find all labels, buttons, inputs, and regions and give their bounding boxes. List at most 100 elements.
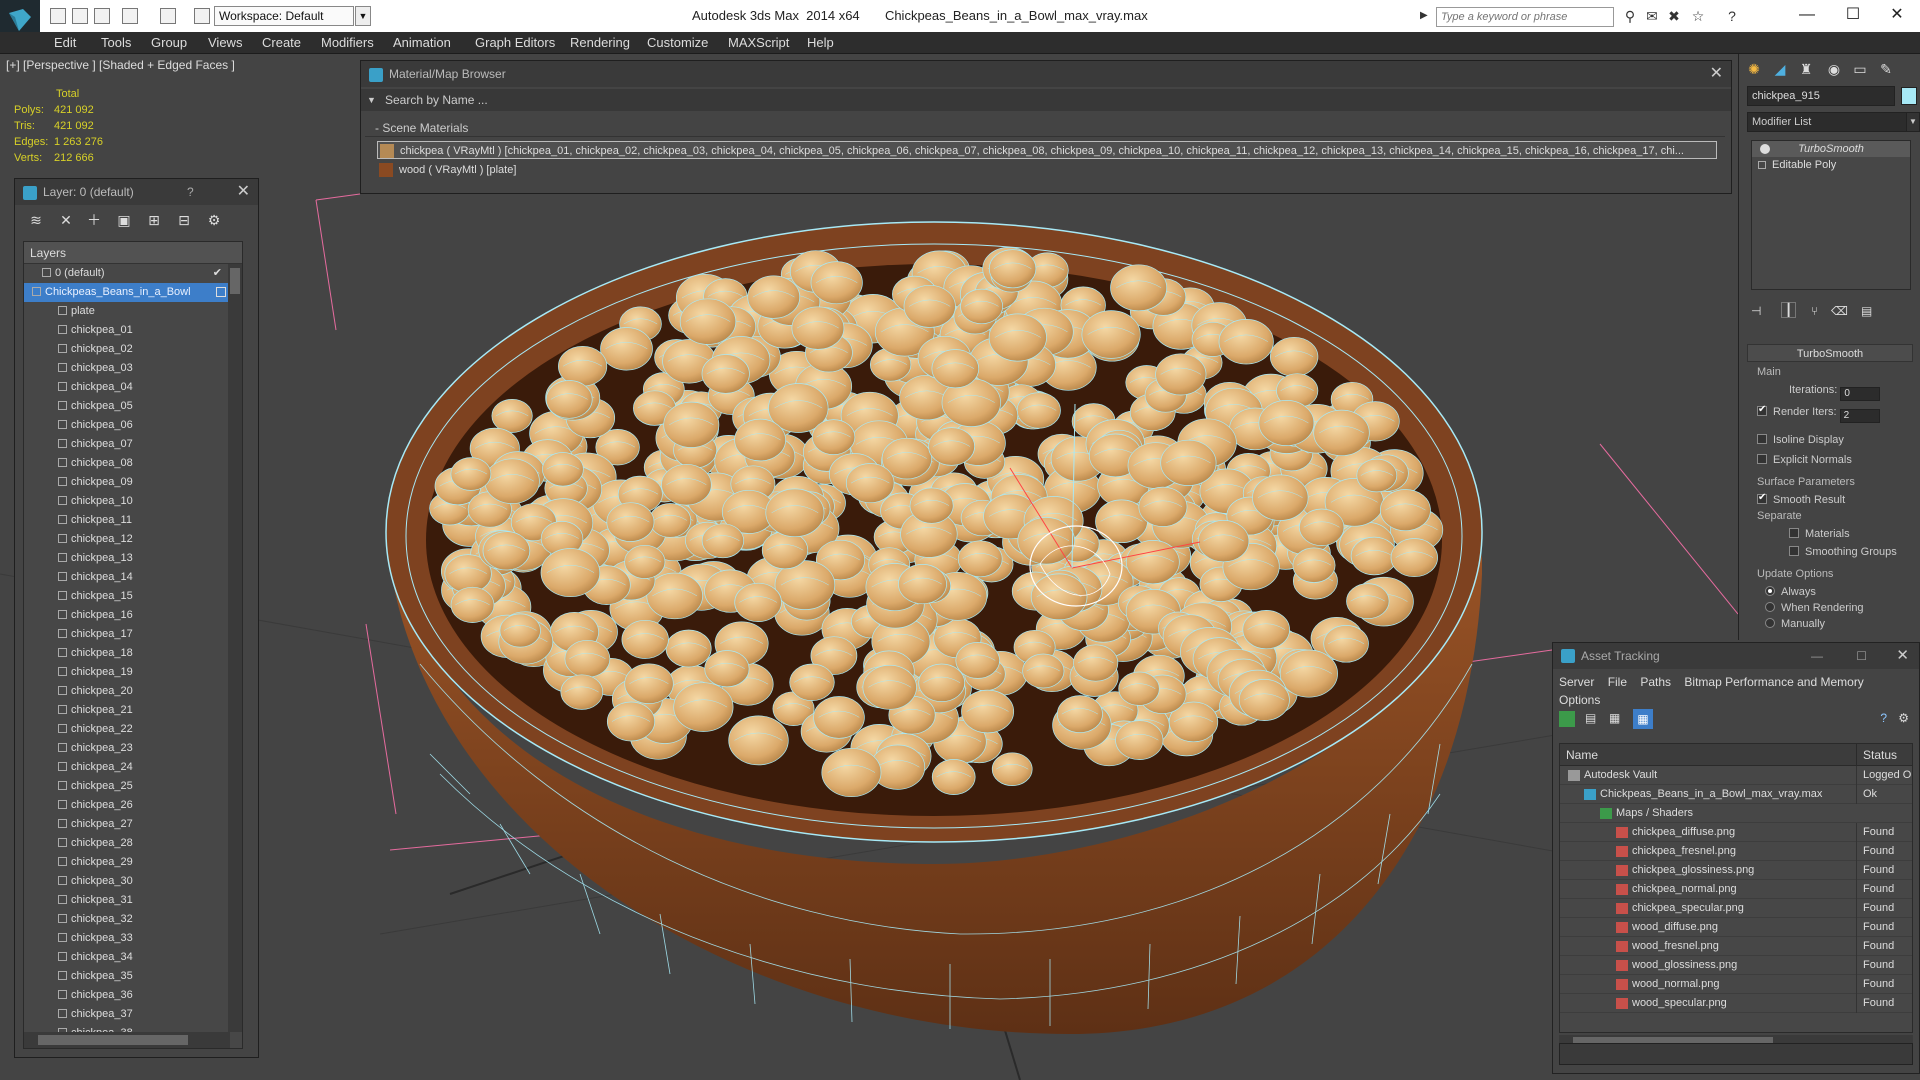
layer-row[interactable]: chickpea_20 [24, 682, 242, 701]
material-row-chickpea[interactable]: chickpea ( VRayMtl ) [chickpea_01, chick… [377, 141, 1717, 159]
new-file-icon[interactable] [50, 8, 66, 24]
search-keyword-input[interactable] [1436, 7, 1614, 27]
asset-row[interactable]: wood_normal.png Found [1560, 975, 1912, 994]
layer-row[interactable]: chickpea_23 [24, 739, 242, 758]
layer-row[interactable]: chickpea_14 [24, 568, 242, 587]
new-layer-icon[interactable]: ＋ [85, 211, 103, 229]
iterations-spinner[interactable]: 0 [1840, 387, 1881, 401]
material-browser-titlebar[interactable]: Material/Map Browser ✕ [361, 61, 1731, 87]
layer-row[interactable]: plate [24, 302, 242, 321]
layer-row[interactable]: chickpea_26 [24, 796, 242, 815]
help-icon[interactable]: ? [187, 179, 194, 205]
asset-menu-file[interactable]: File [1608, 675, 1627, 689]
asset-menu-bitmap-performance[interactable]: Bitmap Performance and Memory [1684, 675, 1863, 689]
project-folder-icon[interactable] [194, 8, 210, 24]
stack-item-editable-poly[interactable]: Editable Poly [1752, 157, 1910, 173]
asset-row[interactable]: wood_diffuse.png Found [1560, 918, 1912, 937]
menu-graph-editors[interactable]: Graph Editors [475, 32, 555, 54]
menu-rendering[interactable]: Rendering [570, 32, 630, 54]
asset-menu-paths[interactable]: Paths [1640, 675, 1671, 689]
menu-animation[interactable]: Animation [393, 32, 451, 54]
layer-row[interactable]: chickpea_05 [24, 397, 242, 416]
show-end-result-icon[interactable]: ┃ [1781, 302, 1797, 318]
asset-row[interactable]: Chickpeas_Beans_in_a_Bowl_max_vray.max Ok [1560, 785, 1912, 804]
display-tab-icon[interactable]: ▭ [1849, 58, 1871, 80]
layer-row[interactable]: chickpea_11 [24, 511, 242, 530]
smooth-result-row[interactable]: Smooth Result [1757, 492, 1845, 506]
chevron-down-icon[interactable]: ▼ [355, 6, 371, 26]
close-icon[interactable]: ✕ [1896, 643, 1909, 669]
isoline-display-row[interactable]: Isoline Display [1757, 434, 1844, 446]
asset-row[interactable]: chickpea_glossiness.png Found [1560, 861, 1912, 880]
update-manually-row[interactable]: Manually [1765, 618, 1825, 630]
when-rendering-radio[interactable] [1765, 602, 1775, 612]
asset-path-field[interactable] [1559, 1043, 1913, 1065]
chevron-down-icon[interactable]: ▼ [367, 89, 376, 111]
redo-icon[interactable] [160, 8, 176, 24]
minimize-button[interactable]: — [1784, 0, 1830, 32]
utilities-tab-icon[interactable]: ✎ [1875, 58, 1897, 80]
viewport-label[interactable]: [+] [Perspective ] [Shaded + Edged Faces… [6, 58, 235, 72]
object-name-field[interactable]: chickpea_915 [1747, 86, 1895, 106]
update-when-rendering-row[interactable]: When Rendering [1765, 602, 1864, 614]
menu-modifiers[interactable]: Modifiers [321, 32, 374, 54]
add-selection-icon[interactable]: ▣ [115, 211, 133, 229]
active-layer-check-icon[interactable]: ✔ [213, 264, 222, 283]
layer-row[interactable]: chickpea_35 [24, 967, 242, 986]
layer-row[interactable]: chickpea_19 [24, 663, 242, 682]
undo-icon[interactable] [122, 8, 138, 24]
material-search-input[interactable]: ▼ Search by Name ... [361, 89, 1731, 111]
layer-row[interactable]: chickpea_13 [24, 549, 242, 568]
layer-row[interactable]: 0 (default) ✔ [24, 264, 242, 283]
layer-row[interactable]: chickpea_36 [24, 986, 242, 1005]
layer-row[interactable]: chickpea_32 [24, 910, 242, 929]
close-icon[interactable]: ✕ [237, 179, 250, 205]
layer-panel-titlebar[interactable]: Layer: 0 (default) ? ✕ [15, 179, 258, 205]
set-current-layer-icon[interactable] [216, 287, 226, 297]
layer-row[interactable]: chickpea_04 [24, 378, 242, 397]
smoothing-groups-row[interactable]: Smoothing Groups [1789, 546, 1897, 558]
refresh-icon[interactable] [1559, 711, 1575, 727]
layer-row[interactable]: chickpea_29 [24, 853, 242, 872]
chevron-down-icon[interactable]: ▼ [1906, 112, 1920, 132]
open-file-icon[interactable] [72, 8, 88, 24]
perspective-viewport[interactable]: [+] [Perspective ] [Shaded + Edged Faces… [0, 54, 1738, 1080]
layer-row[interactable]: chickpea_25 [24, 777, 242, 796]
help-icon[interactable]: ? [1880, 711, 1887, 725]
asset-row[interactable]: chickpea_fresnel.png Found [1560, 842, 1912, 861]
menu-tools[interactable]: Tools [101, 32, 131, 54]
settings-icon[interactable]: ⚙ [1898, 711, 1909, 725]
menu-create[interactable]: Create [262, 32, 301, 54]
smooth-result-checkbox[interactable] [1757, 492, 1767, 504]
layer-row[interactable]: chickpea_10 [24, 492, 242, 511]
layer-row[interactable]: chickpea_22 [24, 720, 242, 739]
lightbulb-icon[interactable] [1760, 144, 1770, 154]
save-file-icon[interactable] [94, 8, 110, 24]
layer-row[interactable]: chickpea_07 [24, 435, 242, 454]
explicit-normals-row[interactable]: Explicit Normals [1757, 454, 1852, 466]
asset-row[interactable]: wood_fresnel.png Found [1560, 937, 1912, 956]
layer-row[interactable]: chickpea_37 [24, 1005, 242, 1024]
close-icon[interactable]: ✕ [1710, 61, 1723, 87]
layers-column-header[interactable]: Layers [24, 242, 242, 264]
create-tab-icon[interactable]: ✺ [1743, 58, 1765, 80]
manually-radio[interactable] [1765, 618, 1775, 628]
favorites-star-icon[interactable]: ☆ [1690, 8, 1706, 24]
maximize-button[interactable]: ☐ [1856, 643, 1867, 669]
update-always-row[interactable]: Always [1765, 586, 1816, 598]
render-iters-spinner[interactable]: 2 [1839, 409, 1880, 423]
scroll-thumb[interactable] [38, 1035, 188, 1045]
stack-item-turbosmooth[interactable]: TurboSmooth [1752, 141, 1910, 157]
layer-row[interactable]: chickpea_24 [24, 758, 242, 777]
isoline-checkbox[interactable] [1757, 434, 1767, 444]
asset-menu-options[interactable]: Options [1559, 693, 1600, 707]
layer-properties-icon[interactable]: ⚙ [205, 211, 223, 229]
layer-row[interactable]: chickpea_17 [24, 625, 242, 644]
layer-row[interactable]: chickpea_27 [24, 815, 242, 834]
col-name[interactable]: Name [1566, 744, 1598, 766]
asset-row[interactable]: chickpea_specular.png Found [1560, 899, 1912, 918]
delete-layer-icon[interactable]: ✕ [57, 211, 75, 229]
scene-materials-group[interactable]: - Scene Materials [365, 119, 1725, 137]
object-color-swatch[interactable] [1901, 87, 1917, 105]
layer-row[interactable]: chickpea_12 [24, 530, 242, 549]
